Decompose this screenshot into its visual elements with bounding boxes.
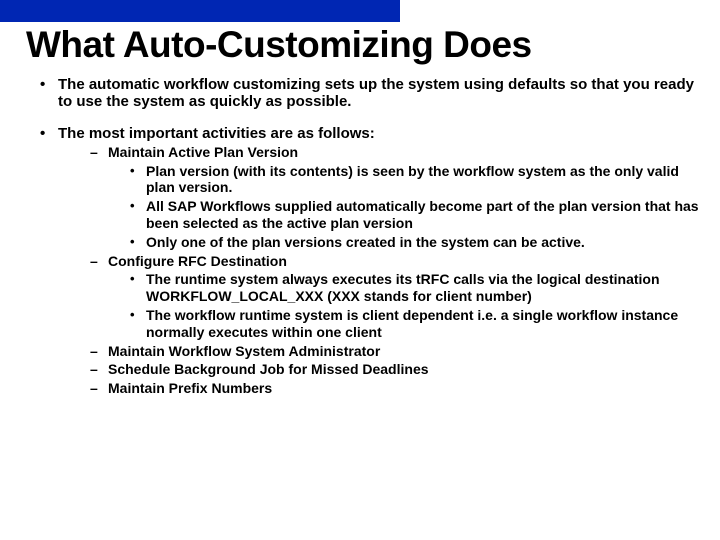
list-item: Maintain Active Plan Version Plan versio… [58, 144, 700, 251]
list-item: Maintain Prefix Numbers [58, 380, 700, 397]
list-item-text: The most important activities are as fol… [58, 125, 375, 142]
list-item-text: Configure RFC Destination [108, 253, 287, 269]
list-item: Only one of the plan versions created in… [108, 234, 700, 251]
list-item: Maintain Workflow System Administrator [58, 343, 700, 360]
list-item: The most important activities are as fol… [20, 125, 700, 397]
sub-sub-list: Plan version (with its contents) is seen… [108, 163, 700, 251]
header-bar [0, 0, 400, 22]
sub-list: Maintain Active Plan Version Plan versio… [58, 144, 700, 397]
list-item: Plan version (with its contents) is seen… [108, 163, 700, 197]
slide-content: What Auto-Customizing Does The automatic… [0, 24, 720, 397]
list-item: Schedule Background Job for Missed Deadl… [58, 361, 700, 378]
list-item: All SAP Workflows supplied automatically… [108, 198, 700, 232]
list-item-text: Maintain Active Plan Version [108, 144, 298, 160]
slide-title: What Auto-Customizing Does [26, 24, 700, 66]
list-item: The runtime system always executes its t… [108, 271, 700, 305]
bullet-list: The automatic workflow customizing sets … [20, 76, 700, 397]
list-item: The automatic workflow customizing sets … [20, 76, 700, 111]
list-item: Configure RFC Destination The runtime sy… [58, 253, 700, 341]
list-item: The workflow runtime system is client de… [108, 307, 700, 341]
sub-sub-list: The runtime system always executes its t… [108, 271, 700, 340]
